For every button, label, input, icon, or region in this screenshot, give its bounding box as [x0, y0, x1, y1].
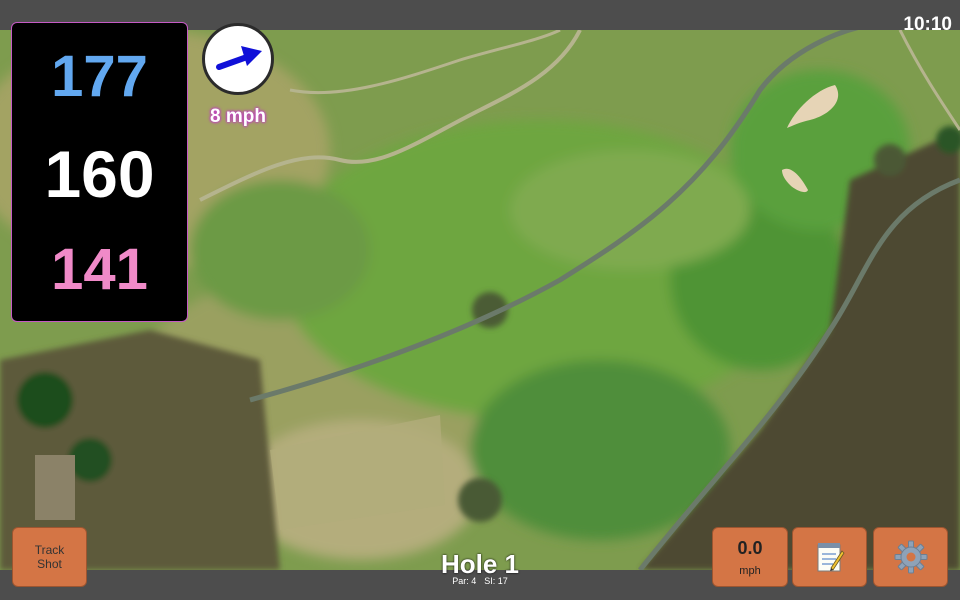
- hole-par: Par: 4: [452, 576, 477, 586]
- distance-middle: 160: [44, 137, 155, 211]
- speed-unit: mph: [739, 564, 761, 577]
- speed-value: 0.0: [737, 537, 763, 558]
- hole-stroke-index: SI: 17: [484, 576, 508, 586]
- track-shot-label-line2: Shot: [37, 557, 62, 571]
- arrow-right-icon: [216, 46, 262, 70]
- clock: 10:10: [903, 14, 952, 35]
- notepad-icon: [817, 543, 845, 572]
- wind-speed: 8 mph: [210, 106, 266, 127]
- distance-panel: 177 160 141: [11, 22, 188, 322]
- distance-front: 141: [51, 237, 148, 302]
- distance-back: 177: [51, 44, 148, 109]
- speed-button[interactable]: 0.0 mph: [712, 527, 788, 587]
- settings-button[interactable]: [873, 527, 948, 587]
- track-shot-label-line1: Track: [34, 543, 65, 557]
- hole-info: Par: 4 SI: 17: [380, 576, 580, 586]
- notes-button[interactable]: [792, 527, 867, 587]
- wind-direction-indicator: [202, 23, 274, 95]
- track-shot-button[interactable]: Track Shot: [12, 527, 87, 587]
- gear-icon: [894, 540, 927, 574]
